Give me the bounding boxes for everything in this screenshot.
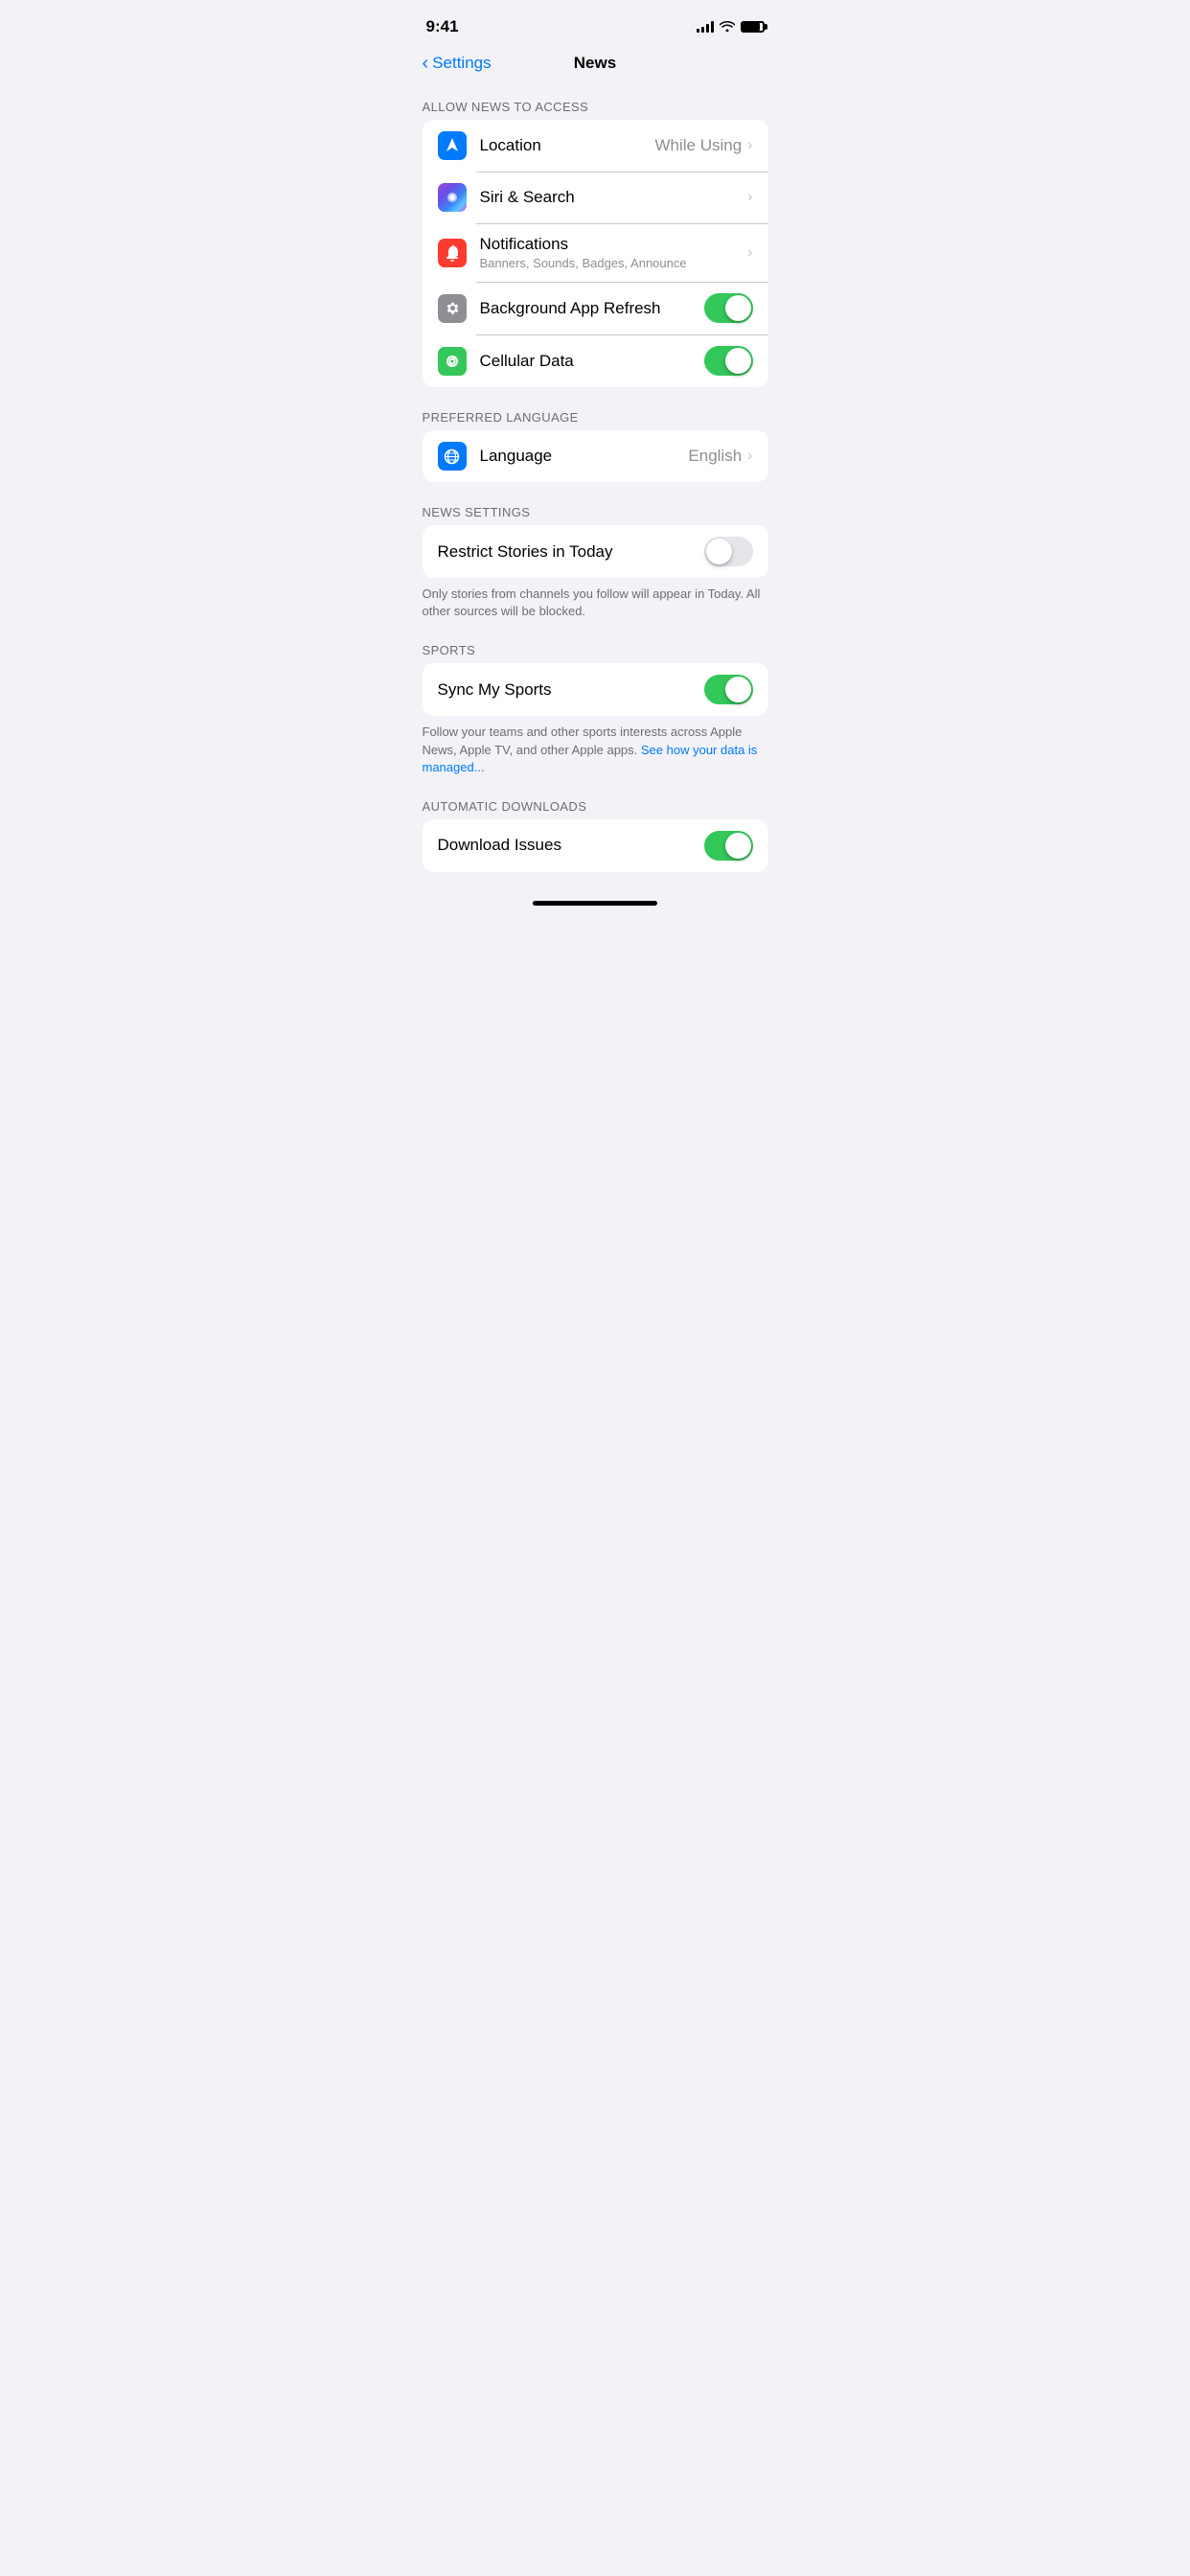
notifications-sublabel: Banners, Sounds, Badges, Announce xyxy=(480,256,748,270)
preferred-language-header: PREFERRED LANGUAGE xyxy=(407,410,784,430)
auto-downloads-card: Download Issues xyxy=(423,819,768,872)
location-label: Location xyxy=(480,136,655,155)
chevron-left-icon: ‹ xyxy=(423,54,429,73)
news-settings-footer: Only stories from channels you follow wi… xyxy=(407,578,784,635)
chevron-right-icon: › xyxy=(747,448,752,465)
allow-access-card: Location While Using › Siri & Search › xyxy=(423,120,768,387)
notifications-row[interactable]: Notifications Banners, Sounds, Badges, A… xyxy=(423,223,768,282)
preferred-language-section: PREFERRED LANGUAGE Language English › xyxy=(407,410,784,482)
notifications-label: Notifications xyxy=(480,235,748,254)
home-bar xyxy=(533,901,657,906)
status-time: 9:41 xyxy=(426,17,459,36)
download-issues-toggle[interactable] xyxy=(704,831,753,861)
sports-header: SPORTS xyxy=(407,643,784,663)
home-indicator xyxy=(407,891,784,913)
location-value: While Using xyxy=(654,136,742,155)
back-button[interactable]: ‹ Settings xyxy=(423,54,492,73)
background-refresh-row: Background App Refresh xyxy=(423,282,768,334)
restrict-stories-toggle[interactable] xyxy=(704,537,753,566)
nav-bar: ‹ Settings News xyxy=(407,46,784,84)
restrict-stories-label: Restrict Stories in Today xyxy=(438,542,704,562)
preferred-language-card: Language English › xyxy=(423,430,768,482)
news-settings-card: Restrict Stories in Today xyxy=(423,525,768,578)
allow-access-header: ALLOW NEWS TO ACCESS xyxy=(407,100,784,120)
notifications-icon xyxy=(438,239,467,267)
language-label: Language xyxy=(480,447,689,466)
gear-icon xyxy=(438,294,467,323)
cellular-data-label: Cellular Data xyxy=(480,352,704,371)
back-label: Settings xyxy=(432,54,491,73)
news-settings-section: NEWS SETTINGS Restrict Stories in Today … xyxy=(407,505,784,635)
globe-icon xyxy=(438,442,467,471)
cellular-data-row: Cellular Data xyxy=(423,334,768,387)
sync-sports-toggle[interactable] xyxy=(704,675,753,704)
location-icon xyxy=(438,131,467,160)
sports-card: Sync My Sports xyxy=(423,663,768,716)
chevron-right-icon: › xyxy=(747,189,752,206)
auto-downloads-section: AUTOMATIC DOWNLOADS Download Issues xyxy=(407,799,784,872)
download-issues-label: Download Issues xyxy=(438,836,704,855)
news-settings-header: NEWS SETTINGS xyxy=(407,505,784,525)
siri-label: Siri & Search xyxy=(480,188,748,207)
background-refresh-label: Background App Refresh xyxy=(480,299,704,318)
cellular-icon xyxy=(438,347,467,376)
allow-access-section: ALLOW NEWS TO ACCESS Location While Usin… xyxy=(407,100,784,387)
language-row[interactable]: Language English › xyxy=(423,430,768,482)
battery-icon xyxy=(741,21,765,33)
page-title: News xyxy=(574,54,616,73)
chevron-right-icon: › xyxy=(747,244,752,262)
language-value: English xyxy=(688,447,742,466)
location-row[interactable]: Location While Using › xyxy=(423,120,768,172)
sync-sports-row: Sync My Sports xyxy=(423,663,768,716)
chevron-right-icon: › xyxy=(747,137,752,154)
status-icons xyxy=(697,20,765,34)
cellular-data-toggle[interactable] xyxy=(704,346,753,376)
restrict-stories-row: Restrict Stories in Today xyxy=(423,525,768,578)
sync-sports-label: Sync My Sports xyxy=(438,680,704,700)
signal-bars-icon xyxy=(697,21,714,33)
auto-downloads-header: AUTOMATIC DOWNLOADS xyxy=(407,799,784,819)
background-refresh-toggle[interactable] xyxy=(704,293,753,323)
download-issues-row: Download Issues xyxy=(423,819,768,872)
wifi-icon xyxy=(720,20,735,34)
status-bar: 9:41 xyxy=(407,0,784,46)
siri-icon xyxy=(438,183,467,212)
sports-section: SPORTS Sync My Sports Follow your teams … xyxy=(407,643,784,792)
sports-footer: Follow your teams and other sports inter… xyxy=(407,716,784,792)
siri-row[interactable]: Siri & Search › xyxy=(423,172,768,223)
